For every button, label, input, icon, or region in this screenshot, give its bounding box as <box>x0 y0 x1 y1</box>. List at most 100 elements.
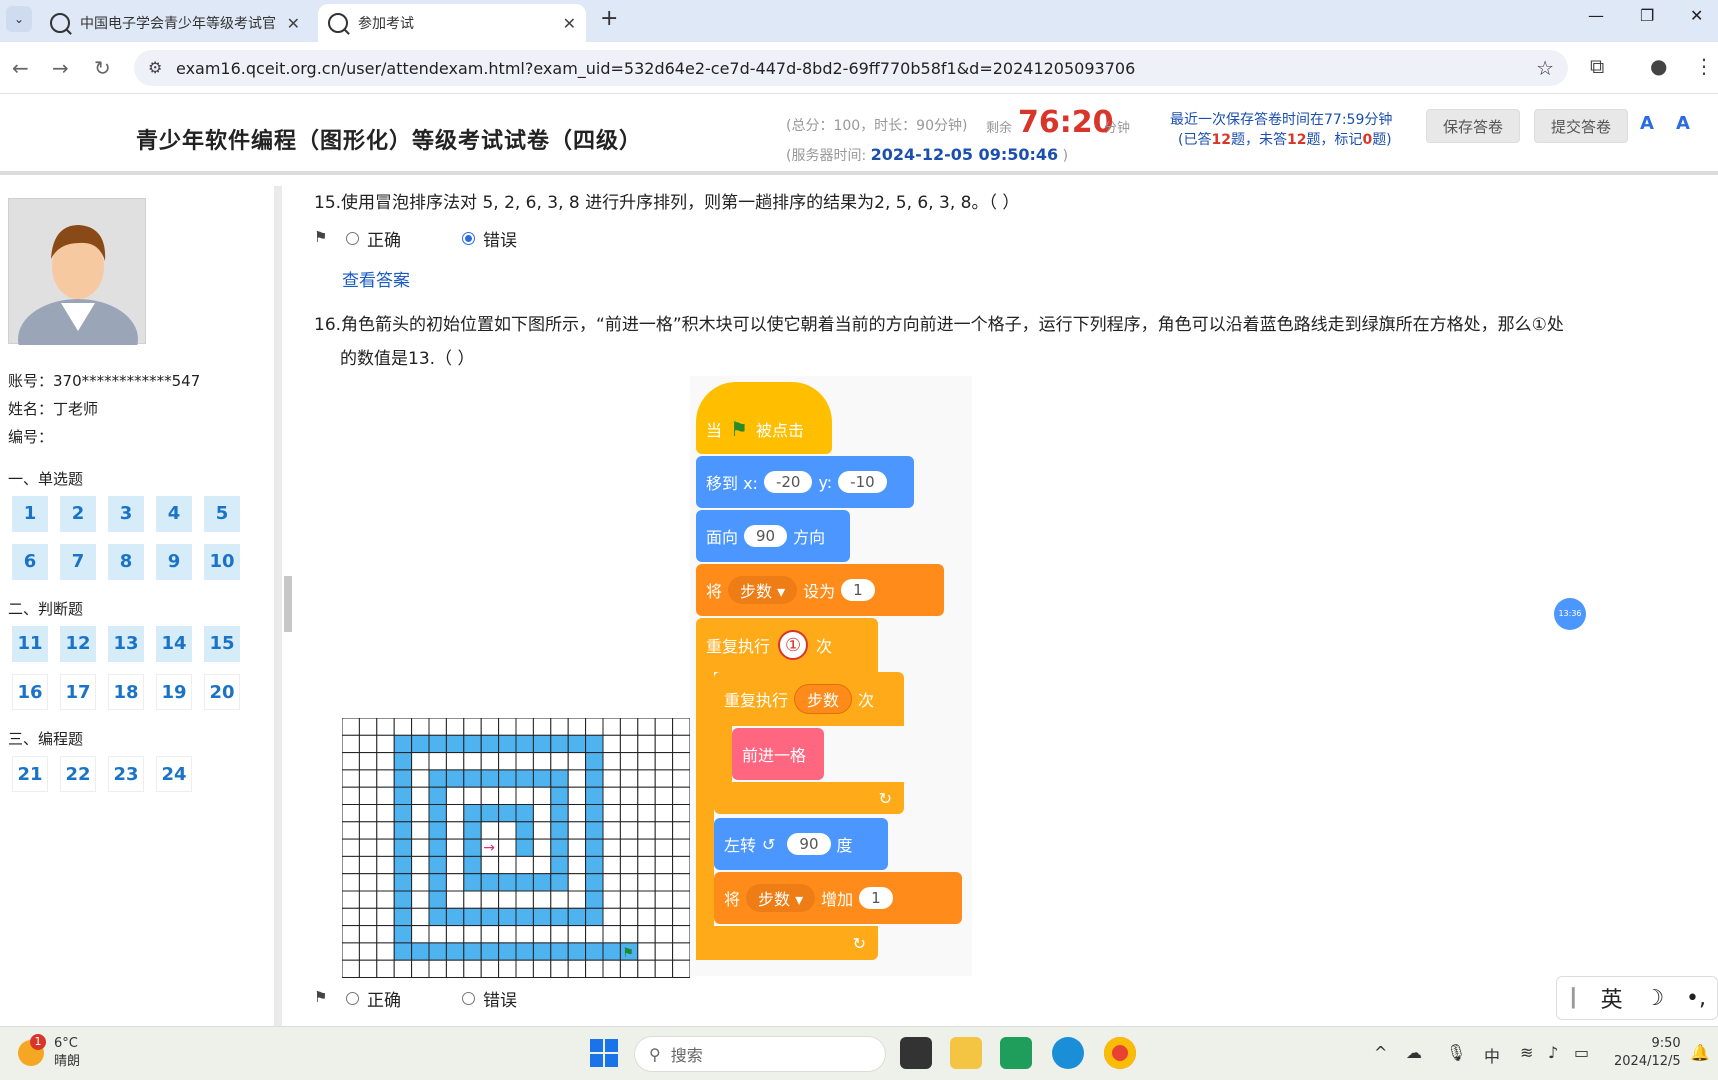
question-nav-22[interactable]: 22 <box>60 756 96 792</box>
question-nav-1[interactable]: 1 <box>12 496 48 532</box>
server-time-label: (服务器时间: <box>786 148 867 164</box>
tray-overflow-icon[interactable]: ^ <box>1374 1043 1387 1062</box>
weather-widget[interactable]: 1 6°C 晴朗 <box>18 1034 80 1071</box>
reload-icon[interactable]: ↻ <box>94 56 111 80</box>
question-nav-18[interactable]: 18 <box>108 674 144 710</box>
question-nav-8[interactable]: 8 <box>108 544 144 580</box>
question-nav-12[interactable]: 12 <box>60 626 96 662</box>
site-favicon-icon <box>50 13 70 33</box>
volume-icon[interactable]: ♪ <box>1548 1043 1558 1062</box>
q16-option-false[interactable]: 错误 <box>462 986 517 1011</box>
profile-icon[interactable]: ● <box>1650 54 1667 78</box>
font-increase-icon[interactable]: A <box>1640 113 1654 134</box>
radio-icon[interactable] <box>462 992 475 1005</box>
store-icon[interactable] <box>1000 1037 1032 1069</box>
wifi-icon[interactable]: ≋ <box>1520 1043 1533 1062</box>
extensions-icon[interactable]: ⧉ <box>1590 54 1604 78</box>
stats-text: 题，未答 <box>1230 132 1287 148</box>
edge-browser-icon[interactable] <box>1052 1037 1084 1069</box>
question-nav-9[interactable]: 9 <box>156 544 192 580</box>
tab-search-dropdown[interactable]: ⌄ <box>6 6 32 32</box>
radio-selected-icon[interactable] <box>462 232 475 245</box>
site-settings-icon[interactable]: ⚙ <box>148 58 162 77</box>
ime-punctuation-icon[interactable]: •, <box>1686 986 1706 1011</box>
server-time-close: ) <box>1062 148 1069 164</box>
notifications-bell-icon[interactable]: 🔔 <box>1690 1043 1710 1062</box>
font-decrease-icon[interactable]: A <box>1676 113 1690 134</box>
mark-flag-icon[interactable]: ⚑ <box>314 988 327 1006</box>
url-omnibox[interactable]: ⚙ exam16.qceit.org.cn/user/attendexam.ht… <box>134 50 1568 86</box>
microphone-icon[interactable]: 🎙 <box>1446 1043 1466 1062</box>
chrome-browser-icon[interactable] <box>1104 1037 1136 1069</box>
degrees-input: 90 <box>787 833 831 855</box>
back-icon[interactable]: ← <box>12 56 29 80</box>
windows-start-icon[interactable] <box>590 1039 618 1067</box>
clock-date: 2024/12/5 <box>1614 1054 1681 1069</box>
repeat-inner-arm <box>714 724 732 784</box>
system-clock[interactable]: 9:50 2024/12/5 <box>1614 1035 1681 1071</box>
ime-handle-icon[interactable]: ┃ <box>1568 988 1579 1009</box>
question-nav-5[interactable]: 5 <box>204 496 240 532</box>
repeat-outer-block: 重复执行 ① 次 <box>696 618 878 672</box>
rotate-left-icon: ↺ <box>762 834 776 854</box>
question-nav-2[interactable]: 2 <box>60 496 96 532</box>
bookmark-star-icon[interactable]: ☆ <box>1536 56 1554 80</box>
save-answers-button[interactable]: 保存答卷 <box>1426 109 1521 143</box>
radio-icon[interactable] <box>346 992 359 1005</box>
weather-sun-icon: 1 <box>18 1034 46 1066</box>
close-tab-icon[interactable]: ✕ <box>287 14 300 33</box>
task-view-icon[interactable] <box>900 1037 932 1069</box>
menu-dots-icon[interactable]: ⋮ <box>1694 54 1714 78</box>
question-nav-16[interactable]: 16 <box>12 674 48 710</box>
sidebar-scrollbar[interactable] <box>284 576 292 632</box>
exam-meta: (总分：100，时长：90分钟) <box>786 118 968 134</box>
question-nav-3[interactable]: 3 <box>108 496 144 532</box>
block-text: 重复执行 <box>706 637 771 656</box>
question-nav-23[interactable]: 23 <box>108 756 144 792</box>
question-nav-6[interactable]: 6 <box>12 544 48 580</box>
question-nav-21[interactable]: 21 <box>12 756 48 792</box>
browser-tab-2-active[interactable]: 参加考试 ✕ <box>318 4 586 42</box>
close-window-icon[interactable]: ✕ <box>1690 6 1703 25</box>
question-nav-19[interactable]: 19 <box>156 674 192 710</box>
browser-tab-1[interactable]: 中国电子学会青少年等级考试官 ✕ <box>40 4 310 42</box>
file-explorer-icon[interactable] <box>950 1037 982 1069</box>
question-nav-10[interactable]: 10 <box>204 544 240 580</box>
ime-language-indicator[interactable]: 中 <box>1484 1043 1500 1067</box>
mark-flag-icon[interactable]: ⚑ <box>314 228 327 246</box>
taskbar-search[interactable]: ⚲ 搜索 <box>634 1036 886 1072</box>
view-answer-link[interactable]: 查看答案 <box>342 266 410 291</box>
question-nav-17[interactable]: 17 <box>60 674 96 710</box>
question-nav-24[interactable]: 24 <box>156 756 192 792</box>
url-text[interactable]: exam16.qceit.org.cn/user/attendexam.html… <box>176 59 1135 78</box>
ime-moon-icon[interactable]: ☽ <box>1644 986 1664 1011</box>
radio-icon[interactable] <box>346 232 359 245</box>
ime-toolbar[interactable]: ┃ 英 ☽ •, <box>1556 976 1718 1020</box>
question-nav-15[interactable]: 15 <box>204 626 240 662</box>
close-tab-icon[interactable]: ✕ <box>563 14 576 33</box>
ime-english-toggle[interactable]: 英 <box>1601 982 1623 1014</box>
question-nav-4[interactable]: 4 <box>156 496 192 532</box>
question-nav-13[interactable]: 13 <box>108 626 144 662</box>
new-tab-button[interactable]: + <box>600 6 618 31</box>
q15-option-true[interactable]: 正确 <box>346 226 401 251</box>
taskbar-search-placeholder: 搜索 <box>670 1046 703 1065</box>
forward-icon[interactable]: → <box>52 56 69 80</box>
minimize-icon[interactable]: — <box>1588 6 1604 25</box>
battery-icon[interactable]: ▭ <box>1574 1043 1589 1062</box>
floating-timer-bubble[interactable]: 13:36 <box>1554 598 1586 630</box>
question-nav-11[interactable]: 11 <box>12 626 48 662</box>
question-nav-20[interactable]: 20 <box>204 674 240 710</box>
question-nav-14[interactable]: 14 <box>156 626 192 662</box>
block-text: 次 <box>816 637 833 656</box>
search-icon: ⚲ <box>649 1044 661 1064</box>
q16-option-true[interactable]: 正确 <box>346 986 401 1011</box>
q15-option-false[interactable]: 错误 <box>462 226 517 251</box>
option-label: 正确 <box>367 991 401 1011</box>
submit-answers-button[interactable]: 提交答卷 <box>1534 109 1629 143</box>
notification-badge: 1 <box>30 1034 46 1050</box>
question-nav-7[interactable]: 7 <box>60 544 96 580</box>
onedrive-icon[interactable]: ☁ <box>1406 1043 1422 1062</box>
restore-icon[interactable]: ❐ <box>1640 6 1654 25</box>
tab-1-label: 中国电子学会青少年等级考试官 <box>80 16 276 32</box>
